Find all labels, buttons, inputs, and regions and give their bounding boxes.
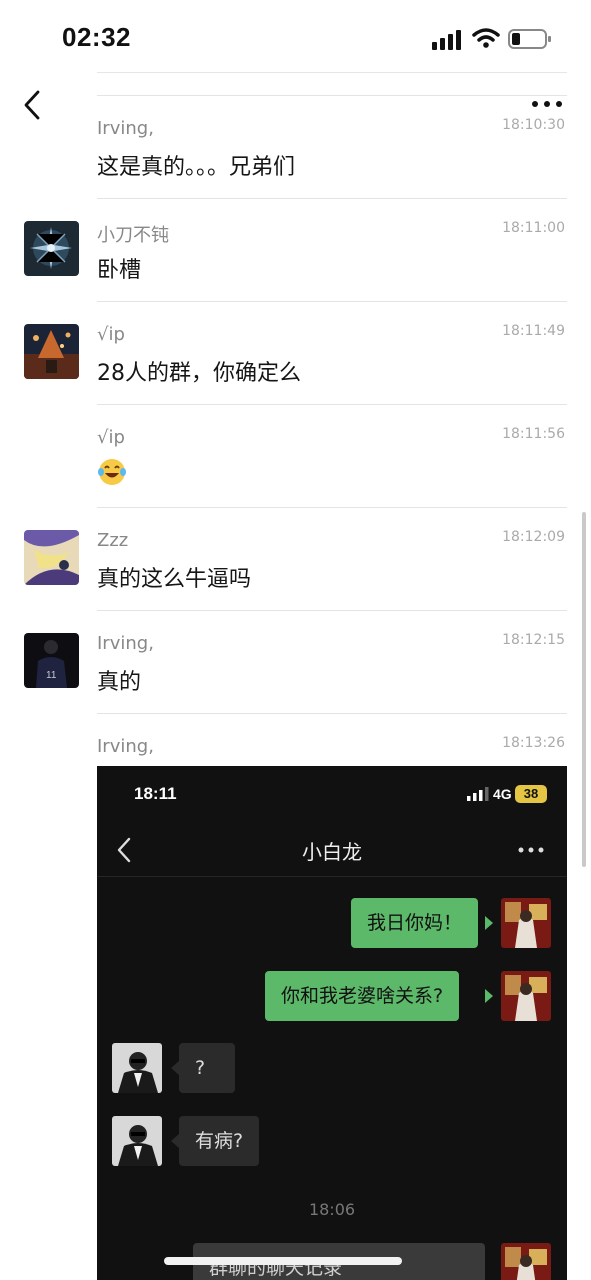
embedded-network-label: 4G — [493, 786, 512, 802]
bubble-tail — [485, 916, 493, 930]
divider — [97, 404, 567, 405]
chat-bubble-sent: 你和我老婆啥关系? — [265, 971, 460, 1021]
wifi-icon — [472, 28, 500, 48]
avatar[interactable]: 11 — [24, 633, 79, 688]
battery-icon — [508, 29, 551, 49]
embedded-more-icon — [518, 847, 544, 853]
chat-bubble-received: ? — [179, 1043, 235, 1093]
chat-bubble-sent: 我日你妈！ — [351, 898, 479, 948]
sender-name: Irving, — [97, 736, 154, 757]
bubble-tail — [485, 989, 493, 1003]
svg-text:11: 11 — [46, 670, 57, 681]
embedded-status-time: 18:11 — [134, 784, 177, 803]
sender-name: √ip — [97, 427, 125, 448]
embedded-avatar-contact — [112, 1043, 162, 1093]
status-time: 02:32 — [62, 22, 131, 52]
embedded-avatar-self — [501, 971, 551, 1021]
avatar[interactable] — [24, 221, 79, 276]
divider — [97, 610, 567, 611]
message-item[interactable]: 11 Irving, 18:12:15 真的 — [0, 610, 591, 714]
message-text: 卧槽 — [97, 258, 142, 283]
message-text: 这是真的。。。兄弟们 — [97, 155, 296, 180]
divider — [97, 713, 567, 714]
message-item[interactable]: √ip 18:11:49 28人的群，你确定么 — [0, 301, 591, 405]
top-divider — [97, 72, 567, 73]
message-time: 18:11:00 — [502, 220, 565, 236]
sender-name: Irving, — [97, 633, 154, 654]
message-text: 真的 — [97, 670, 142, 695]
message-time: 18:12:09 — [502, 529, 565, 545]
sender-name: Zzz — [97, 530, 129, 551]
embedded-avatar-self — [501, 1243, 551, 1280]
embedded-avatar-contact — [112, 1116, 162, 1166]
avatar[interactable] — [24, 324, 79, 379]
home-indicator[interactable] — [164, 1257, 402, 1265]
sender-name: √ip — [97, 324, 125, 345]
status-bar: 02:32 — [0, 0, 591, 80]
avatar[interactable] — [24, 530, 79, 585]
message-time: 18:13:26 — [502, 735, 565, 751]
message-item[interactable]: Zzz 18:12:09 真的这么牛逼吗 — [0, 507, 591, 611]
divider — [97, 507, 567, 508]
embedded-chat-title: 小白龙 — [302, 840, 362, 864]
divider — [97, 198, 567, 199]
bubble-tail — [171, 1061, 179, 1075]
chat-bubble-received: 有病? — [179, 1116, 260, 1166]
embedded-avatar-self — [501, 898, 551, 948]
message-item[interactable]: Irving, 18:10:30 这是真的。。。兄弟们 — [0, 95, 591, 199]
embedded-header-separator — [97, 876, 567, 877]
embedded-chat-screenshot[interactable]: 18:11 4G 38 小白龙 我日你妈！ 你和我老婆啥关系? ? 有病? 18… — [97, 766, 567, 1280]
message-text: 真的这么牛逼吗 — [97, 567, 252, 592]
laughing-crying-emoji-icon — [98, 459, 126, 485]
message-item[interactable]: 小刀不钝 18:11:00 卧槽 — [0, 198, 591, 302]
bubble-tail — [171, 1134, 179, 1148]
embedded-timestamp: 18:06 — [308, 1200, 356, 1219]
scrollbar[interactable] — [582, 512, 586, 867]
embedded-battery-badge: 38 — [515, 785, 547, 803]
signal-icon — [432, 30, 461, 50]
divider — [97, 95, 567, 96]
message-time: 18:12:15 — [502, 632, 565, 648]
divider — [97, 301, 567, 302]
sender-name: Irving, — [97, 118, 154, 139]
message-time: 18:11:56 — [502, 426, 565, 442]
message-text: 28人的群，你确定么 — [97, 361, 301, 386]
message-time: 18:11:49 — [502, 323, 565, 339]
sender-name: 小刀不钝 — [97, 225, 169, 246]
message-time: 18:10:30 — [502, 117, 565, 133]
embedded-signal-icon — [467, 787, 489, 801]
message-item[interactable]: √ip 18:11:56 — [0, 404, 591, 508]
